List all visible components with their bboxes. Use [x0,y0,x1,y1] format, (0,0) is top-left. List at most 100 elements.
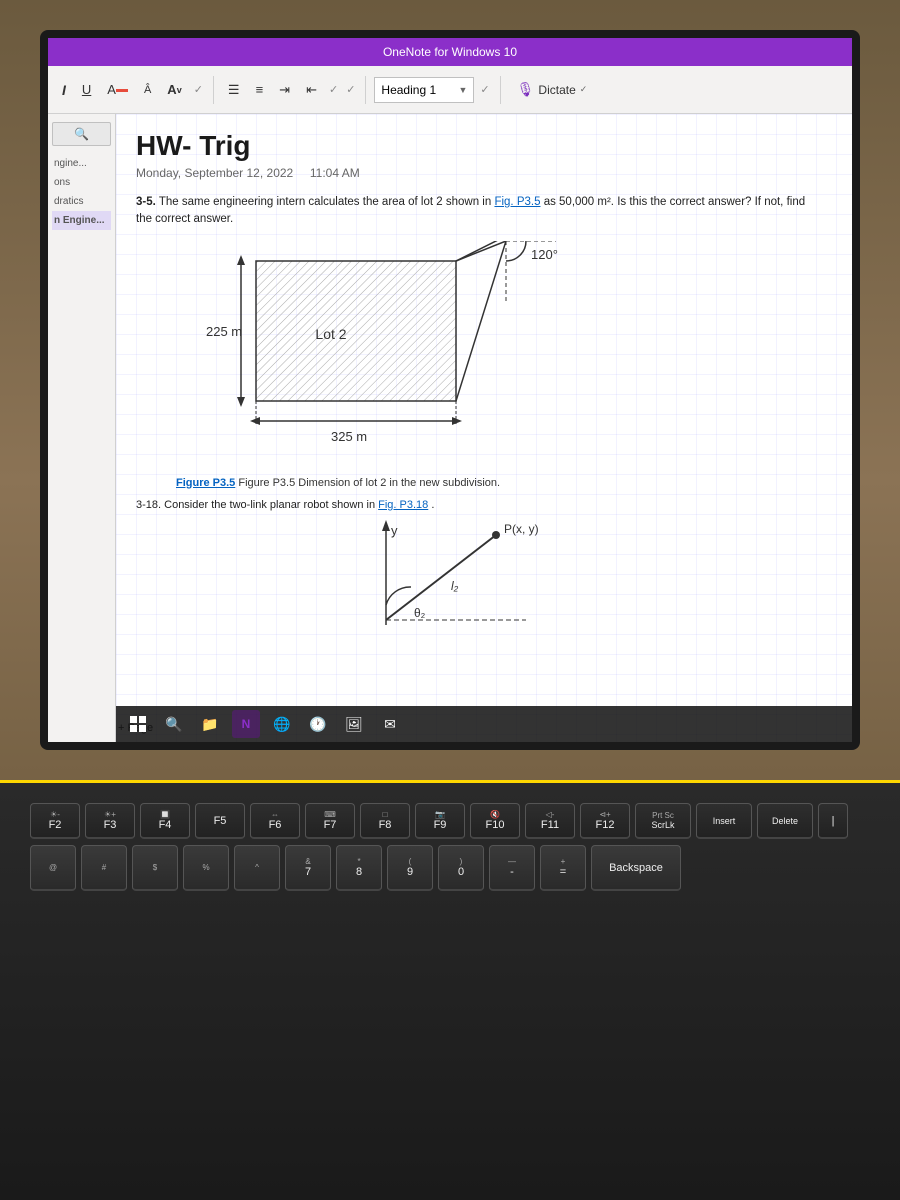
key-asterisk[interactable]: * 8 [336,845,382,891]
key-backspace[interactable]: Backspace [591,845,681,891]
outdent-button[interactable]: ⇤ [300,79,323,101]
keyboard-area: ☀- F2 ☀+ F3 🔲 F4 F5 ⇔ F6 [0,780,900,1200]
indent-button[interactable]: ⇥ [273,79,296,101]
note-date-text: Monday, September 12, 2022 [136,166,293,180]
windows-button[interactable] [124,710,152,738]
svg-text:θ₂: θ₂ [414,606,426,620]
key-dollar[interactable]: $ [132,845,178,891]
svg-text:y: y [391,523,398,538]
sidebar-item-2[interactable]: ons [52,173,111,192]
lot2-diagram: 225 m 325 m L [176,241,596,471]
highlight-button[interactable]: Â [138,81,157,99]
robot-figure: y P(x, y) l₂ [296,515,832,660]
number-row: @ # $ % ^ [30,845,870,891]
chrome-button[interactable]: 🌐 [268,710,296,738]
photo-button[interactable]: 🖼 [340,710,368,738]
screen-bezel: OneNote for Windows 10 I U A Â Av ✓ ☰ [40,30,860,750]
ribbon-toolbar: I U A Â Av ✓ ☰ ≡ ⇥ [48,66,852,114]
key-equals[interactable]: + = [540,845,586,891]
key-lparen[interactable]: ( 9 [387,845,433,891]
font-size-button[interactable]: Av [161,79,187,100]
key-percent[interactable]: % [183,845,229,891]
taskbar-search-icon: 🔍 [165,716,182,733]
heading-dropdown[interactable]: Heading 1 ▼ [374,77,474,103]
separator-1 [213,76,214,104]
key-f8[interactable]: □ F8 [360,803,410,839]
key-f6[interactable]: ⇔ F6 [250,803,300,839]
sidebar: 🔍 ngine... ons dratics n Engine... [48,114,116,742]
key-ampersand[interactable]: & 7 [285,845,331,891]
fig-p318-link[interactable]: Fig. P3.18 [378,499,428,511]
key-rparen[interactable]: ) 0 [438,845,484,891]
keyboard: ☀- F2 ☀+ F3 🔲 F4 F5 ⇔ F6 [0,783,900,917]
separator-3 [500,76,501,104]
windows-icon [130,716,146,732]
underline-button[interactable]: U [76,79,97,100]
file-explorer-button[interactable]: 📁 [196,710,224,738]
note-date: Monday, September 12, 2022 11:04 AM [136,166,832,180]
svg-text:225 m: 225 m [206,324,242,339]
taskbar: 🔍 📁 N 🌐 [116,706,852,742]
figure-p35-caption-link[interactable]: Figure P3.5 [176,477,235,489]
problem-35-number: 3-5. [136,196,156,208]
chrome-icon: 🌐 [273,716,290,733]
figure-p35: 225 m 325 m L [176,241,832,489]
figure-caption: Figure P3.5 Figure P3.5 Dimension of lot… [176,477,832,489]
key-delete[interactable]: Delete [757,803,813,839]
mail-button[interactable]: ✉ [376,710,404,738]
taskbar-search-button[interactable]: 🔍 [160,710,188,738]
bullet-list-button[interactable]: ☰ [222,79,246,101]
fig-p35-link[interactable]: Fig. P3.5 [494,196,540,208]
dictate-button[interactable]: 🎙 Dictate ✓ [509,78,596,101]
clock-icon: 🕐 [309,716,326,733]
sidebar-item-3[interactable]: dratics [52,192,111,211]
laptop-frame: OneNote for Windows 10 I U A Â Av ✓ ☰ [0,0,900,1200]
app-layout: 🔍 ngine... ons dratics n Engine... HW- T… [48,114,852,742]
key-minus[interactable]: — - [489,845,535,891]
problem-318-text: 3-18. Consider the two-link planar robot… [136,499,832,511]
key-insert[interactable]: Insert [696,803,752,839]
italic-button[interactable]: I [56,79,72,101]
sidebar-search[interactable]: 🔍 [52,122,111,146]
svg-text:120°: 120° [531,247,558,262]
key-at[interactable]: @ [30,845,76,891]
svg-text:l₂: l₂ [451,579,459,593]
key-f3[interactable]: ☀+ F3 [85,803,135,839]
photo-icon: 🖼 [345,716,363,733]
heading-value: Heading 1 [381,83,458,97]
key-f11[interactable]: ◁- F11 [525,803,575,839]
key-f5[interactable]: F5 [195,803,245,839]
page-area: HW- Trig Monday, September 12, 2022 11:0… [116,114,852,742]
key-prtsc[interactable]: Prt Sc ScrLk [635,803,691,839]
key-f4[interactable]: 🔲 F4 [140,803,190,839]
app-title: OneNote for Windows 10 [383,45,517,59]
mail-icon: ✉ [384,716,396,733]
font-color-button[interactable]: A [101,79,134,100]
key-f12[interactable]: ⊲+ F12 [580,803,630,839]
screen: OneNote for Windows 10 I U A Â Av ✓ ☰ [48,38,852,742]
fn-key-row: ☀- F2 ☀+ F3 🔲 F4 F5 ⇔ F6 [30,803,870,839]
dictate-label: Dictate [538,83,575,97]
key-caret[interactable]: ^ [234,845,280,891]
sidebar-item-4[interactable]: n Engine... [52,211,111,230]
key-f2[interactable]: ☀- F2 [30,803,80,839]
svg-text:Lot 2: Lot 2 [315,326,346,342]
key-pipe[interactable]: | [818,803,848,839]
key-hash[interactable]: # [81,845,127,891]
key-f10[interactable]: 🔇 F10 [470,803,520,839]
numbered-list-button[interactable]: ≡ [250,79,270,100]
onenote-button[interactable]: N [232,710,260,738]
key-f7[interactable]: ⌨ F7 [305,803,355,839]
sidebar-item-1[interactable]: ngine... [52,154,111,173]
file-explorer-icon: 📁 [201,716,218,733]
onenote-icon: N [242,717,251,731]
main-content: HW- Trig Monday, September 12, 2022 11:0… [116,114,852,742]
svg-text:P(x, y): P(x, y) [504,522,539,536]
clock-button[interactable]: 🕐 [304,710,332,738]
title-bar: OneNote for Windows 10 [48,38,852,66]
note-title[interactable]: HW- Trig [136,130,832,162]
svg-text:325 m: 325 m [331,429,367,444]
figure-caption-text: Figure P3.5 Dimension of lot 2 in the ne… [238,477,500,489]
key-f9[interactable]: 📷 F9 [415,803,465,839]
problem-35-text: 3-5. The same engineering intern calcula… [136,194,816,229]
